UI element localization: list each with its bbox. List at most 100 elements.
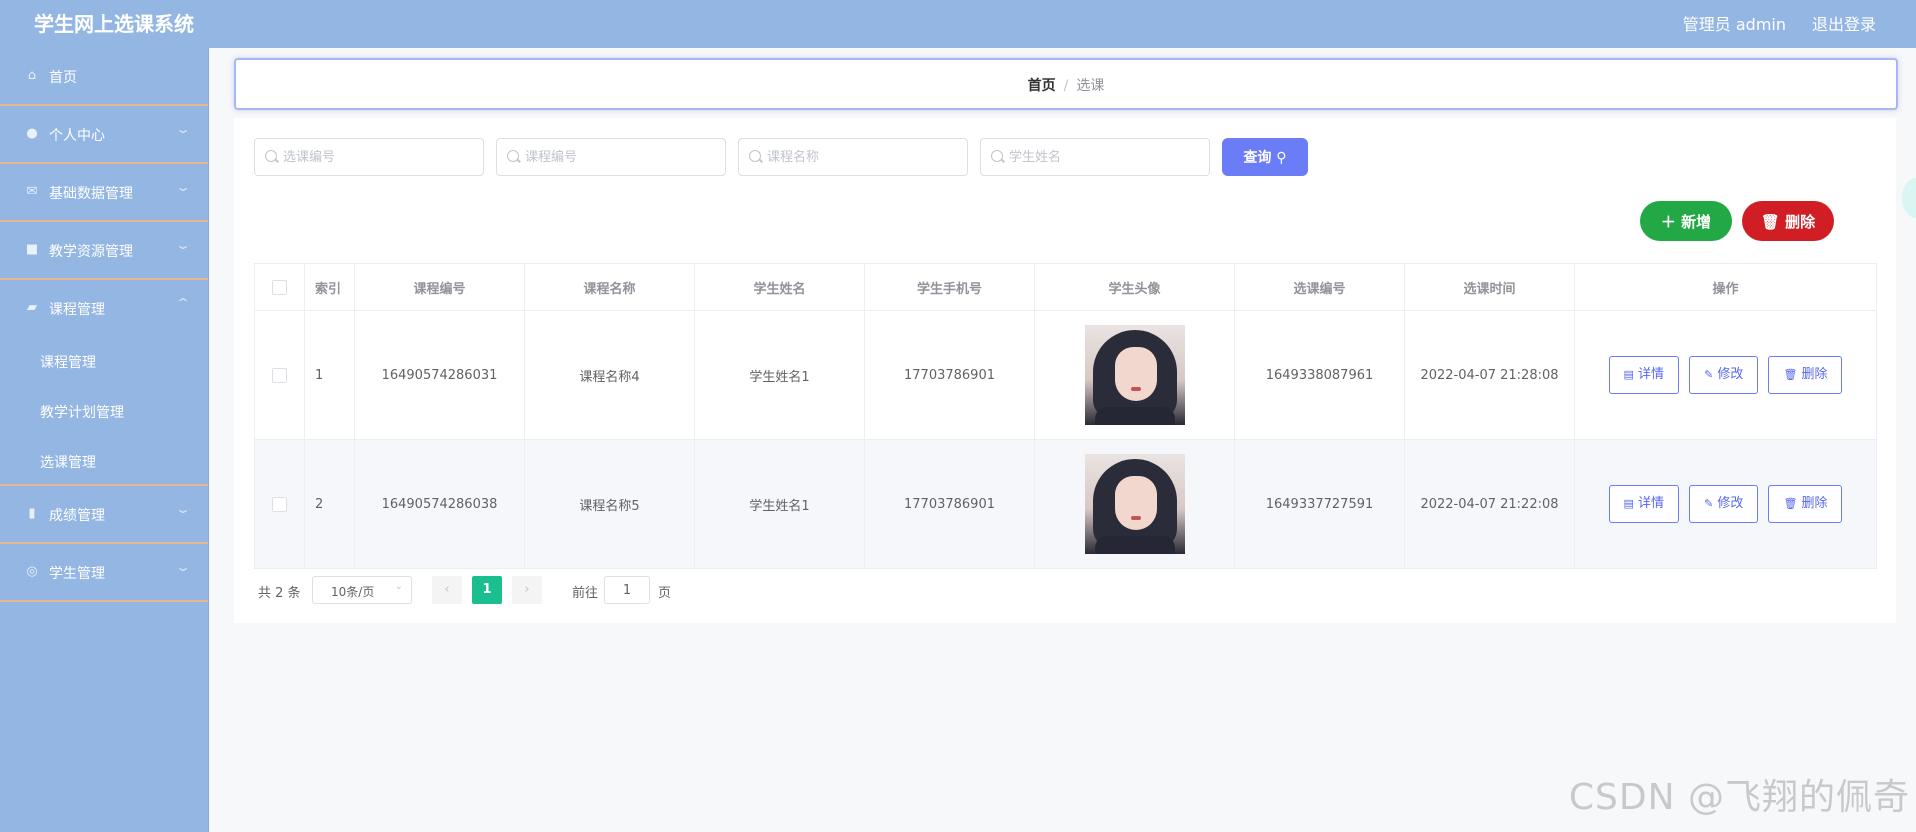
detail-button-label: 详情: [1637, 496, 1664, 511]
course-selection-table: 索引 课程编号 课程名称 学生姓名 学生手机号 学生头像 选课编号 选课时间 操…: [254, 263, 1877, 569]
sidebar-item-label: 基础数据管理: [49, 186, 133, 202]
student-avatar: [1084, 454, 1185, 554]
search-input-course-name[interactable]: [767, 139, 962, 175]
page-size-select[interactable]: 10条/页 ⌄: [312, 576, 412, 604]
detail-button-label: 详情: [1637, 367, 1664, 382]
student-avatar: [1084, 325, 1185, 425]
search-icon: [749, 150, 761, 162]
current-user-label: 管理员 admin: [1682, 15, 1786, 34]
search-input-select-no[interactable]: [283, 139, 478, 175]
search-icon: [265, 150, 277, 162]
sidebar-item-personal-center[interactable]: ● 个人中心 ⌄: [0, 106, 208, 164]
page-size-value: 10条/页: [331, 585, 375, 599]
search-field-select-no[interactable]: [254, 138, 484, 176]
search-field-student-name[interactable]: [980, 138, 1210, 176]
pagination-total: 共 2 条: [258, 586, 301, 601]
sidebar-item-label: 首页: [49, 70, 77, 86]
main-panel: 查询 ⚲ ＋ 新增 🗑 删除 索引 课程编号 课程名称 学生姓名 学生手机号 学…: [234, 118, 1896, 623]
chevron-right-icon: ›: [524, 582, 530, 597]
batch-delete-button[interactable]: 🗑 删除: [1742, 201, 1834, 241]
sidebar-item-label: 成绩管理: [49, 508, 105, 524]
floating-widget[interactable]: [1902, 178, 1916, 218]
page-number-button[interactable]: 1: [472, 576, 502, 604]
row-checkbox-cell: [254, 310, 305, 440]
breadcrumb-separator: /: [1063, 78, 1069, 94]
user-icon: ●: [26, 126, 38, 141]
search-field-course-name[interactable]: [738, 138, 968, 176]
pencil-icon: ✎: [1704, 497, 1714, 510]
trash-icon: 🗑: [1783, 497, 1798, 510]
search-field-course-no[interactable]: [496, 138, 726, 176]
sidebar-item-label: 学生管理: [49, 566, 105, 582]
sidebar-subitem-teaching-plan[interactable]: 教学计划管理: [0, 386, 208, 436]
goto-page-input[interactable]: [604, 576, 650, 604]
column-header: 课程名称: [524, 263, 695, 311]
wallet-icon: ▰: [27, 300, 37, 315]
sidebar-item-label: 个人中心: [49, 128, 105, 144]
row-checkbox[interactable]: [272, 367, 287, 383]
sidebar-item-score-management[interactable]: ▮ 成绩管理 ⌄: [0, 486, 208, 544]
select-all-cell: [254, 263, 305, 311]
next-page-button[interactable]: ›: [512, 576, 542, 604]
top-header: 学生网上选课系统 管理员 admin 退出登录: [0, 0, 1916, 48]
cell-course-no: 16490574286038: [354, 439, 525, 569]
sidebar-item-teaching-resources[interactable]: ■ 教学资源管理 ⌄: [0, 222, 208, 280]
row-delete-button[interactable]: 🗑 删除: [1768, 356, 1843, 394]
table-row: 1 16490574286031 课程名称4 学生姓名1 17703786901…: [254, 310, 1877, 440]
search-input-course-no[interactable]: [525, 139, 720, 175]
sidebar-item-home[interactable]: ⌂ 首页: [0, 48, 208, 106]
lifebuoy-icon: ◎: [26, 564, 38, 579]
row-delete-button-label: 删除: [1801, 496, 1828, 511]
trash-icon: 🗑: [1783, 368, 1798, 381]
cell-select-time: 2022-04-07 21:22:08: [1404, 439, 1575, 569]
pencil-icon: ✎: [1704, 368, 1714, 381]
detail-button[interactable]: ▤ 详情: [1608, 485, 1679, 523]
document-icon: ▤: [1623, 368, 1634, 381]
sidebar-item-label: 教学资源管理: [49, 244, 133, 260]
detail-button[interactable]: ▤ 详情: [1608, 356, 1679, 394]
watermark: CSDN @飞翔的佩奇: [1568, 777, 1910, 818]
sidebar-subitem-course[interactable]: 课程管理: [0, 336, 208, 386]
edit-button[interactable]: ✎ 修改: [1689, 485, 1759, 523]
query-button-label: 查询: [1243, 150, 1272, 166]
app-title: 学生网上选课系统: [34, 12, 194, 36]
add-button[interactable]: ＋ 新增: [1640, 201, 1732, 241]
sidebar-item-course-management[interactable]: ▰ 课程管理 ⌃: [0, 280, 208, 336]
cell-select-time: 2022-04-07 21:28:08: [1404, 310, 1575, 440]
chevron-down-icon: ⌄: [174, 502, 192, 516]
sidebar-subitem-label: 课程管理: [40, 355, 96, 371]
goto-label: 前往: [572, 586, 599, 601]
home-icon: ⌂: [27, 68, 37, 83]
sidebar-item-label: 课程管理: [49, 302, 105, 318]
cell-select-no: 1649338087961: [1234, 310, 1405, 440]
row-checkbox-cell: [254, 439, 305, 569]
search-icon: [507, 150, 519, 162]
search-icon: [991, 150, 1003, 162]
row-delete-button[interactable]: 🗑 删除: [1768, 485, 1843, 523]
add-button-label: 新增: [1681, 212, 1712, 231]
plus-icon: ＋: [1660, 212, 1676, 231]
breadcrumb-current: 选课: [1076, 78, 1105, 94]
search-input-student-name[interactable]: [1009, 139, 1204, 175]
cell-student-name: 学生姓名1: [694, 439, 865, 569]
cell-avatar: [1034, 439, 1235, 569]
query-button[interactable]: 查询 ⚲: [1222, 138, 1308, 176]
row-checkbox[interactable]: [272, 496, 287, 512]
select-all-checkbox[interactable]: [272, 279, 287, 295]
cell-index: 2: [304, 439, 355, 569]
sidebar-subitem-course-selection[interactable]: 选课管理: [0, 436, 208, 486]
breadcrumb-home[interactable]: 首页: [1028, 78, 1056, 94]
logout-link[interactable]: 退出登录: [1812, 11, 1876, 35]
page-unit-label: 页: [658, 586, 672, 601]
chevron-down-icon: ⌄: [174, 238, 192, 252]
table-header-row: 索引 课程编号 课程名称 学生姓名 学生手机号 学生头像 选课编号 选课时间 操…: [254, 263, 1877, 311]
edit-button-label: 修改: [1717, 367, 1744, 382]
sidebar: ⌂ 首页 ● 个人中心 ⌄ ✉ 基础数据管理 ⌄ ■ 教学资源管理 ⌄ ▰ 课程…: [0, 48, 209, 832]
sidebar-item-student-management[interactable]: ◎ 学生管理 ⌄: [0, 544, 208, 602]
sidebar-item-basic-data[interactable]: ✉ 基础数据管理 ⌄: [0, 164, 208, 222]
sidebar-subitem-label: 教学计划管理: [40, 405, 124, 421]
column-header: 选课时间: [1404, 263, 1575, 311]
edit-button[interactable]: ✎ 修改: [1689, 356, 1759, 394]
cell-course-name: 课程名称4: [524, 310, 695, 440]
prev-page-button[interactable]: ‹: [432, 576, 462, 604]
